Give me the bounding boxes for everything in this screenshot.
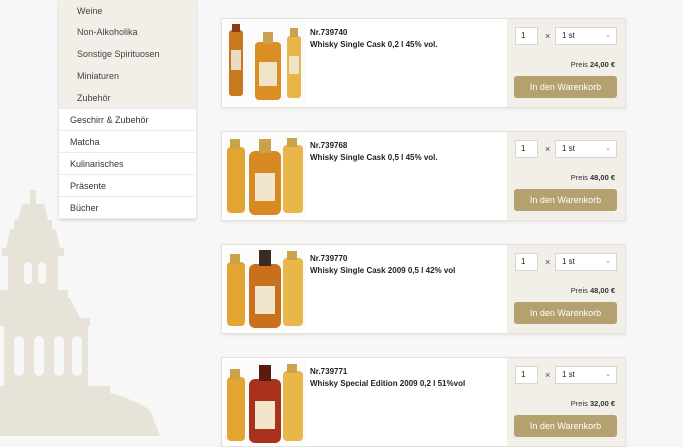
chevron-down-icon: ⌄ — [605, 145, 611, 152]
price-label: Preis — [570, 173, 588, 182]
add-to-cart-button[interactable]: In den Warenkorb — [514, 415, 617, 437]
price-label: Preis — [570, 399, 588, 408]
sidebar-item-matcha[interactable]: Matcha — [59, 131, 196, 153]
product-info: Nr.739771 Whisky Special Edition 2009 0,… — [310, 366, 465, 390]
tower-illustration — [0, 190, 160, 436]
sidebar-item-praesente[interactable]: Präsente — [59, 175, 196, 197]
sidebar-item-non-alkoholika[interactable]: Non-Alkoholika — [59, 21, 196, 43]
quantity-input[interactable]: 1 — [515, 253, 538, 271]
product-image[interactable] — [225, 22, 306, 104]
buy-box: 1 × 1 st ⌄ Preis 48,00 € In den Warenkorb — [507, 245, 625, 333]
sidebar-item-weine[interactable]: Weine — [59, 0, 196, 21]
price-label: Preis — [570, 60, 588, 69]
unit-value: 1 st — [562, 31, 575, 40]
product-number: Nr.739740 — [310, 28, 348, 37]
product-image[interactable] — [225, 135, 306, 217]
product-name[interactable]: Whisky Special Edition 2009 0,2 l 51%vol — [310, 378, 465, 390]
category-sidebar: Weine Non-Alkoholika Sonstige Spirituose… — [59, 0, 196, 219]
times-icon: × — [545, 370, 551, 380]
chevron-down-icon: ⌄ — [605, 258, 611, 265]
product-number: Nr.739770 — [310, 254, 348, 263]
price-value: 48,00 € — [589, 173, 615, 182]
product-card: Nr.739740 Whisky Single Cask 0,2 l 45% v… — [221, 18, 626, 108]
product-card: Nr.739770 Whisky Single Cask 2009 0,5 l … — [221, 244, 626, 334]
unit-value: 1 st — [562, 144, 575, 153]
sidebar-item-zubehoer[interactable]: Zubehör — [59, 87, 196, 109]
chevron-down-icon: ⌄ — [605, 32, 611, 39]
quantity-input[interactable]: 1 — [515, 366, 538, 384]
times-icon: × — [545, 144, 551, 154]
sidebar-item-geschirr[interactable]: Geschirr & Zubehör — [59, 109, 196, 131]
unit-select[interactable]: 1 st ⌄ — [555, 366, 617, 384]
product-image[interactable] — [225, 248, 306, 330]
unit-select[interactable]: 1 st ⌄ — [555, 27, 617, 45]
product-name[interactable]: Whisky Single Cask 2009 0,5 l 42% vol — [310, 265, 455, 277]
times-icon: × — [545, 257, 551, 267]
price-label: Preis — [570, 286, 588, 295]
sidebar-item-sonstige-spirituosen[interactable]: Sonstige Spirituosen — [59, 43, 196, 65]
quantity-input[interactable]: 1 — [515, 140, 538, 158]
sidebar-item-miniaturen[interactable]: Miniaturen — [59, 65, 196, 87]
product-number: Nr.739768 — [310, 141, 348, 150]
unit-value: 1 st — [562, 370, 575, 379]
buy-box: 1 × 1 st ⌄ Preis 48,00 € In den Warenkorb — [507, 132, 625, 220]
sidebar-item-kulinarisches[interactable]: Kulinarisches — [59, 153, 196, 175]
product-number: Nr.739771 — [310, 367, 348, 376]
unit-select[interactable]: 1 st ⌄ — [555, 140, 617, 158]
product-image[interactable] — [225, 361, 306, 443]
price-value: 32,00 € — [589, 399, 615, 408]
price-text: Preis 24,00 € — [571, 60, 615, 69]
price-text: Preis 32,00 € — [571, 399, 615, 408]
product-card: Nr.739768 Whisky Single Cask 0,5 l 45% v… — [221, 131, 626, 221]
unit-value: 1 st — [562, 257, 575, 266]
product-name[interactable]: Whisky Single Cask 0,2 l 45% vol. — [310, 39, 438, 51]
unit-select[interactable]: 1 st ⌄ — [555, 253, 617, 271]
sidebar-item-buecher[interactable]: Bücher — [59, 197, 196, 219]
product-card: Nr.739771 Whisky Special Edition 2009 0,… — [221, 357, 626, 447]
add-to-cart-button[interactable]: In den Warenkorb — [514, 302, 617, 324]
quantity-input[interactable]: 1 — [515, 27, 538, 45]
buy-box: 1 × 1 st ⌄ Preis 24,00 € In den Warenkorb — [507, 19, 625, 107]
price-text: Preis 48,00 € — [571, 286, 615, 295]
product-info: Nr.739768 Whisky Single Cask 0,5 l 45% v… — [310, 140, 438, 164]
buy-box: 1 × 1 st ⌄ Preis 32,00 € In den Warenkorb — [507, 358, 625, 446]
price-value: 48,00 € — [589, 286, 615, 295]
product-name[interactable]: Whisky Single Cask 0,5 l 45% vol. — [310, 152, 438, 164]
chevron-down-icon: ⌄ — [605, 371, 611, 378]
price-value: 24,00 € — [589, 60, 615, 69]
product-info: Nr.739770 Whisky Single Cask 2009 0,5 l … — [310, 253, 455, 277]
product-info: Nr.739740 Whisky Single Cask 0,2 l 45% v… — [310, 27, 438, 51]
add-to-cart-button[interactable]: In den Warenkorb — [514, 189, 617, 211]
times-icon: × — [545, 31, 551, 41]
price-text: Preis 48,00 € — [571, 173, 615, 182]
add-to-cart-button[interactable]: In den Warenkorb — [514, 76, 617, 98]
